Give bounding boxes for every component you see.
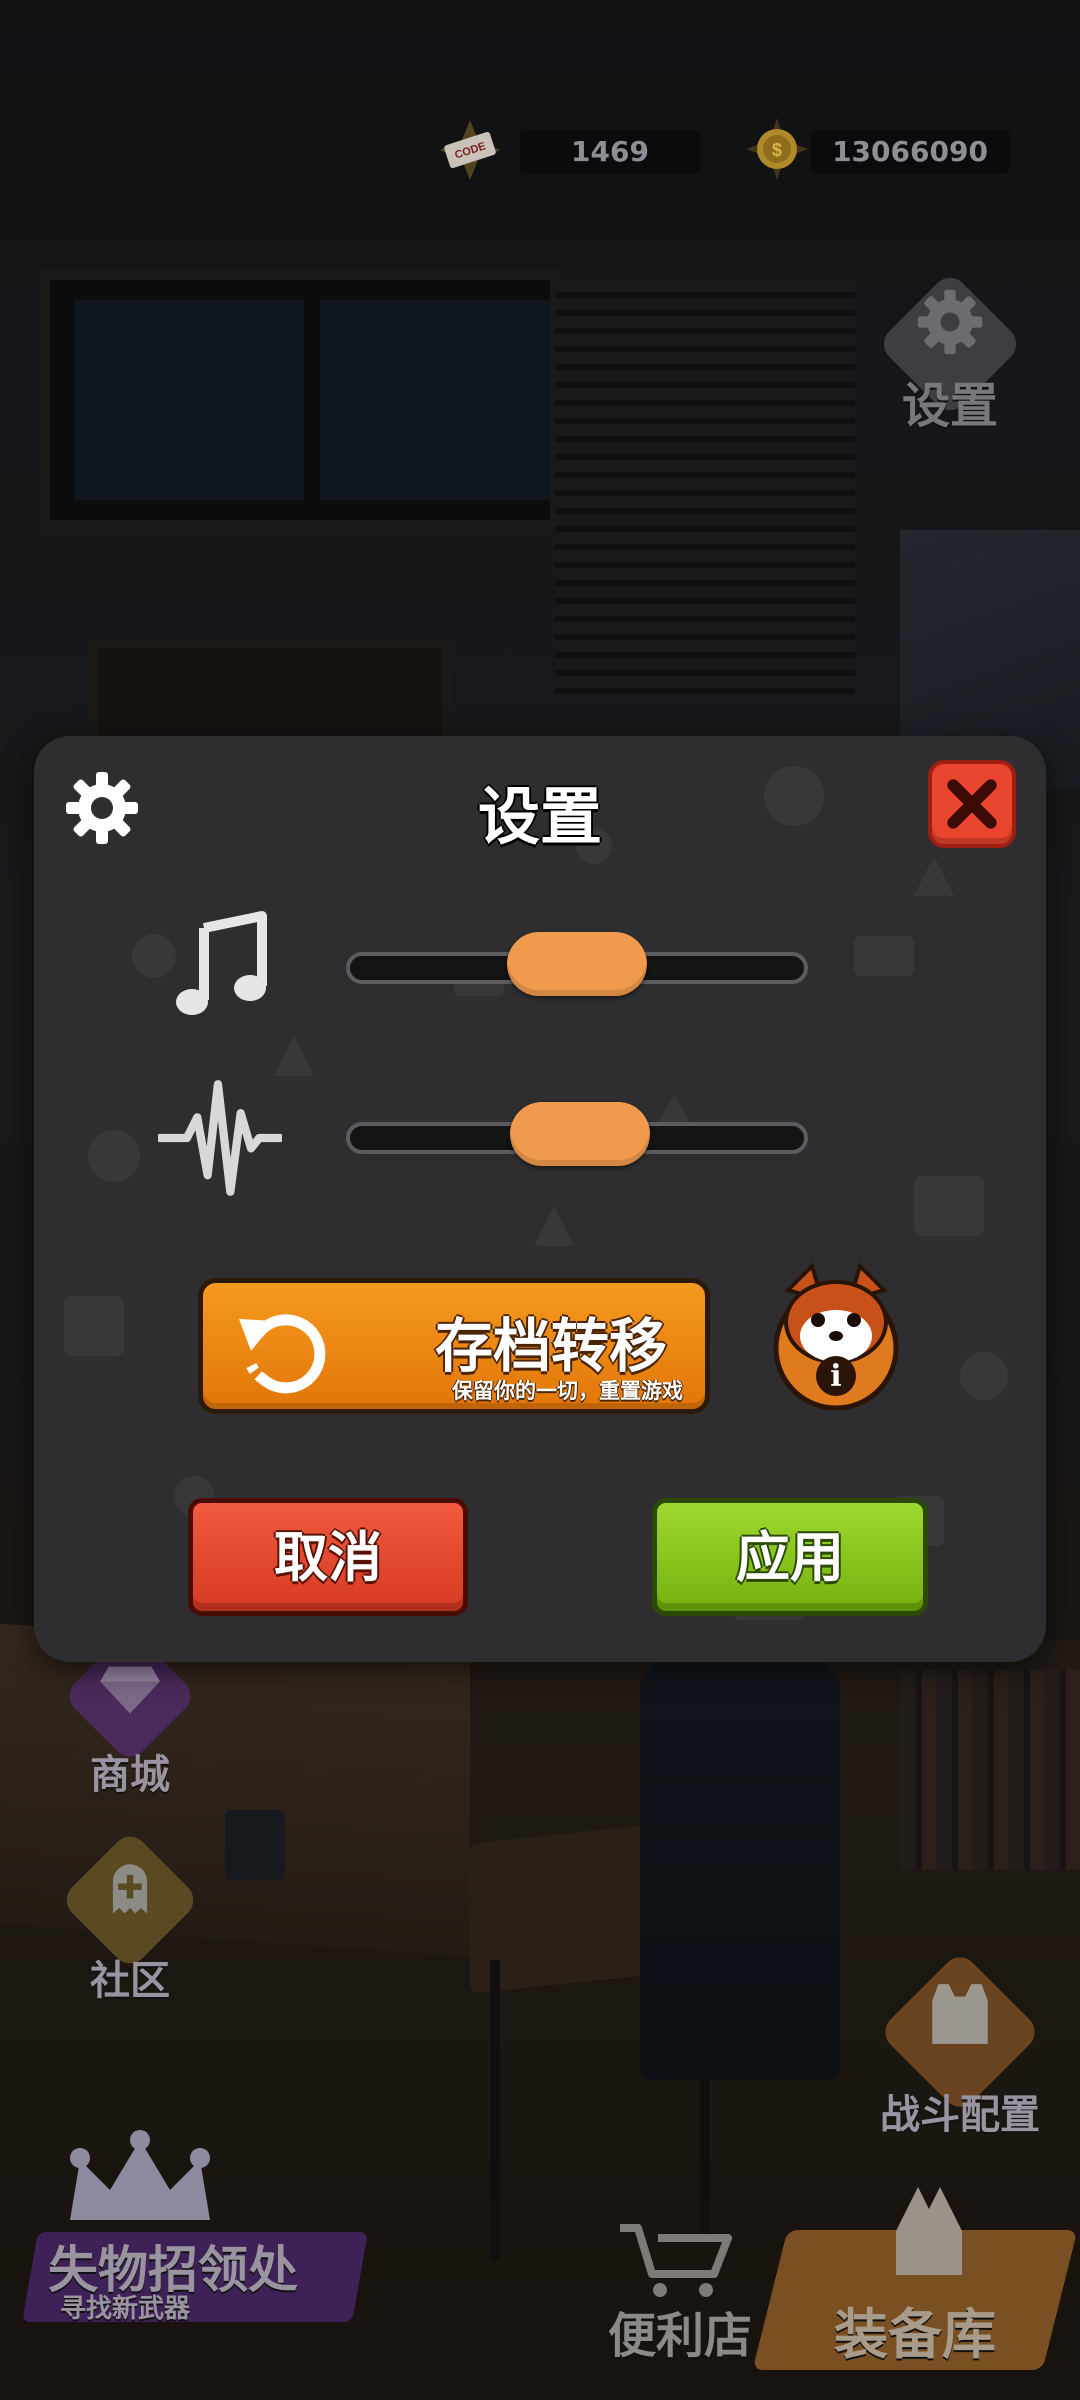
close-button[interactable]	[928, 760, 1016, 848]
code-ticket-icon[interactable]: CODE	[438, 118, 502, 182]
sfx-volume-slider[interactable]	[346, 1102, 808, 1166]
apply-button[interactable]: 应用	[652, 1498, 928, 1616]
svg-text:$: $	[772, 140, 782, 160]
save-transfer-title: 存档转移	[435, 1312, 668, 1380]
cancel-button[interactable]: 取消	[188, 1498, 468, 1616]
shop-button[interactable]: 商城	[40, 1628, 220, 1798]
convenience-store-button[interactable]: 便利店	[580, 2220, 780, 2370]
music-volume-slider[interactable]	[346, 932, 808, 996]
close-icon	[947, 779, 997, 829]
sfx-volume-knob[interactable]	[510, 1102, 651, 1166]
community-label: 社区	[90, 1958, 170, 2004]
lost-and-found-button[interactable]: 失物招领处 寻找新武器	[22, 2130, 370, 2324]
coin-icon: $	[746, 118, 808, 180]
battle-loadout-label: 战斗配置	[880, 2092, 1040, 2138]
armory-icon	[896, 2187, 962, 2275]
undo-icon	[239, 1314, 326, 1394]
code-count: 1469	[571, 135, 649, 168]
armory-label: 装备库	[834, 2303, 996, 2366]
gear-icon	[917, 289, 983, 355]
vest-icon	[932, 1984, 988, 2044]
diamond-icon	[100, 1666, 160, 1714]
community-button[interactable]: 社区	[40, 1829, 220, 2010]
coin-count: 13066090	[832, 135, 988, 168]
settings-modal: 设置 存档转移 保留你的一切，重置游戏 i 取消 应用	[34, 736, 1046, 1662]
cart-icon	[620, 2224, 732, 2297]
save-transfer-button[interactable]: 存档转移 保留你的一切，重置游戏	[198, 1278, 710, 1414]
music-note-icon	[176, 911, 267, 1015]
settings-shortcut[interactable]: 设置	[860, 270, 1040, 440]
crown-icon	[70, 2130, 210, 2220]
save-transfer-subtitle: 保留你的一切，重置游戏	[452, 1379, 683, 1403]
settings-shortcut-label: 设置	[901, 378, 998, 434]
svg-text:i: i	[830, 1359, 841, 1394]
music-volume-knob[interactable]	[507, 932, 647, 996]
modal-title: 设置	[477, 780, 602, 853]
red-panda-info-icon[interactable]: i	[766, 1260, 906, 1410]
armory-button[interactable]: 装备库	[752, 2170, 1078, 2370]
waveform-icon	[158, 1080, 282, 1196]
lost-and-found-subtitle: 寻找新武器	[60, 2294, 191, 2324]
coin-counter: 13066090	[810, 130, 1010, 174]
battle-loadout-button[interactable]: 战斗配置	[860, 1949, 1060, 2140]
code-counter: 1469	[520, 130, 700, 174]
convenience-store-label: 便利店	[607, 2308, 752, 2364]
shop-label: 商城	[90, 1752, 170, 1798]
community-plus-icon	[112, 1864, 148, 1914]
